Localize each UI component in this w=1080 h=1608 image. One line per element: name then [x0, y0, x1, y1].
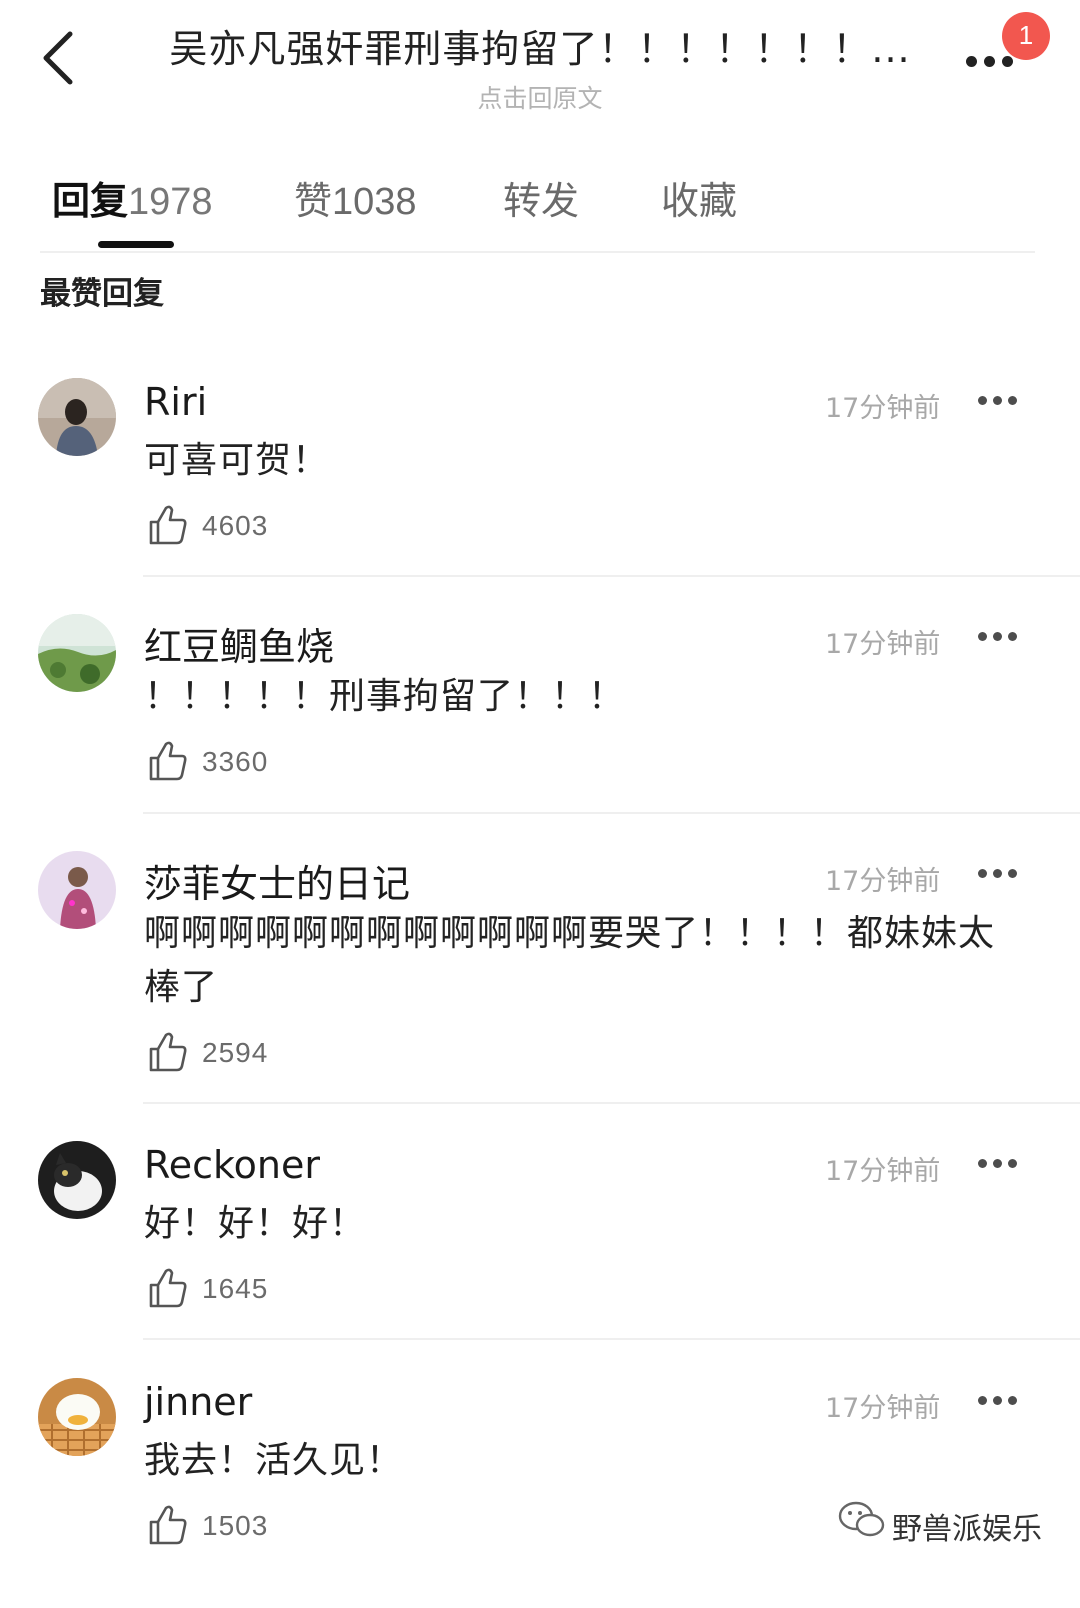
comment-more-icon[interactable] [978, 1394, 1018, 1408]
thumbs-up-icon [149, 1505, 187, 1545]
avatar[interactable] [38, 378, 116, 456]
like-count: 1503 [202, 1510, 269, 1541]
avatar[interactable] [38, 851, 116, 929]
username[interactable]: 红豆鲷鱼烧 [144, 616, 334, 671]
username[interactable]: Reckoner [144, 1143, 320, 1187]
thumbs-up-icon [149, 505, 187, 545]
tab-likes[interactable]: 赞1038 [294, 170, 417, 225]
comment-text: 好！好！好！ [144, 1203, 367, 1244]
thumbs-up-icon [149, 1268, 187, 1308]
timestamp: 17分钟前 [825, 866, 941, 897]
like-count: 3360 [202, 746, 269, 777]
back-to-original-link[interactable]: 点击回原文 [150, 79, 930, 115]
like-count: 2594 [202, 1037, 269, 1068]
tab-replies[interactable]: 回复1978 [52, 170, 213, 225]
comment-text: 可喜可贺！ [144, 440, 330, 481]
username[interactable]: Riri [144, 380, 207, 424]
header: 吴亦凡强奸罪刑事拘留了！！！！！！！... 点击回原文 [150, 18, 930, 115]
tab-reposts[interactable]: 转发 [503, 170, 579, 225]
divider [143, 812, 1080, 814]
tab-bar: 回复1978 赞1038 转发 收藏 [0, 170, 1080, 250]
divider [143, 575, 1080, 577]
timestamp: 17分钟前 [825, 1156, 941, 1187]
post-title: 吴亦凡强奸罪刑事拘留了！！！！！！！... [169, 27, 911, 71]
top-bar: 吴亦凡强奸罪刑事拘留了！！！！！！！... 点击回原文 1 [0, 0, 1080, 120]
notification-badge: 1 [1002, 12, 1050, 60]
timestamp: 17分钟前 [825, 629, 941, 660]
divider [143, 1102, 1080, 1104]
timestamp: 17分钟前 [825, 1393, 941, 1424]
watermark: 野兽派娱乐 [838, 1500, 1042, 1547]
like-count: 4603 [202, 510, 269, 541]
comment-text: ！！！！！刑事拘留了！！！ [144, 676, 626, 717]
comment-more-icon[interactable] [978, 1157, 1018, 1171]
divider [40, 251, 1035, 253]
active-tab-indicator [98, 241, 174, 248]
avatar[interactable] [38, 1378, 116, 1456]
tab-favorites[interactable]: 收藏 [661, 170, 737, 225]
divider [143, 1338, 1080, 1340]
avatar[interactable] [38, 1141, 116, 1219]
thumbs-up-icon [149, 741, 187, 781]
back-icon[interactable] [36, 28, 86, 88]
thumbs-up-icon [149, 1032, 187, 1072]
watermark-text: 野兽派娱乐 [892, 1512, 1042, 1547]
comment-text: 我去！活久见！ [144, 1440, 404, 1481]
timestamp: 17分钟前 [825, 393, 941, 424]
like-count: 1645 [202, 1273, 269, 1304]
wechat-icon [838, 1501, 885, 1537]
comment-more-icon[interactable] [978, 630, 1018, 644]
section-title: 最赞回复 [40, 276, 164, 312]
username[interactable]: 莎菲女士的日记 [144, 853, 410, 908]
comment-more-icon[interactable] [978, 867, 1018, 881]
username[interactable]: jinner [144, 1380, 252, 1424]
comment-more-icon[interactable] [978, 394, 1018, 408]
avatar[interactable] [38, 614, 116, 692]
comment-text: 啊啊啊啊啊啊啊啊啊啊啊啊要哭了！！！！都妹妹太棒了 [144, 913, 996, 1008]
